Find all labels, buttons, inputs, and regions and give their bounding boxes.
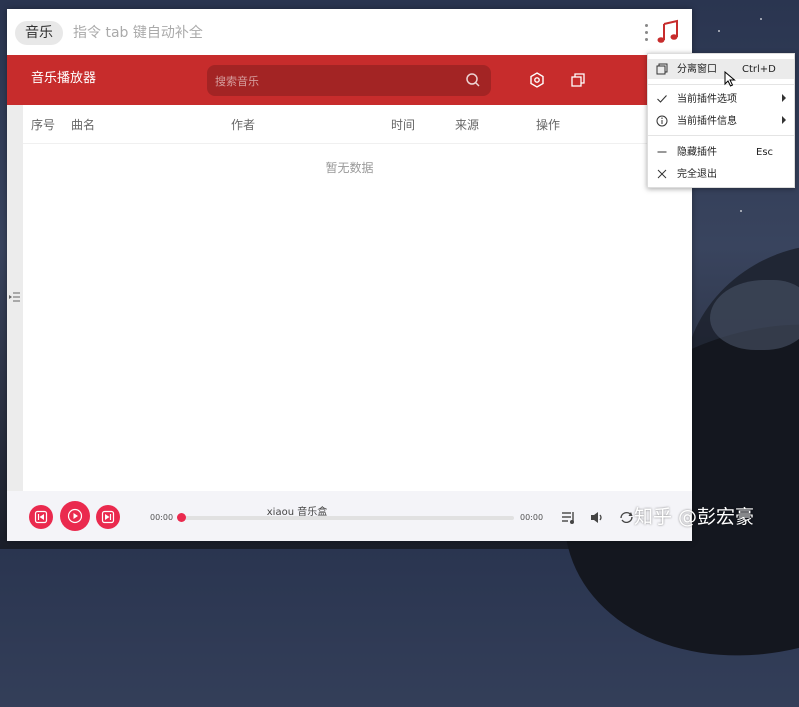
column-duration: 时间 [391,118,416,132]
submenu-arrow-icon [782,116,786,124]
launcher-bar: 音乐 指令 tab 键自动补全 [7,9,692,55]
more-menu-icon[interactable] [644,24,650,42]
star [740,210,742,212]
menu-item-quit[interactable]: 完全退出 [648,164,794,184]
star [718,30,720,32]
menu-item-plugin-options[interactable]: 当前插件选项 [648,89,794,109]
star [760,18,762,20]
menu-shortcut: Esc [756,147,774,158]
plugin-tag[interactable]: 音乐 [15,21,63,45]
info-icon [656,115,668,127]
menu-label: 分离窗口 [677,64,717,75]
menu-label: 当前插件信息 [677,116,737,127]
menu-label: 当前插件选项 [677,94,737,105]
menu-item-detach-window[interactable]: 分离窗口 Ctrl+D [648,59,794,79]
app-window: 音乐 指令 tab 键自动补全 音乐播放器 搜索音乐 序号 曲名 作者 时间 来… [7,9,692,541]
column-artist: 作者 [231,118,256,132]
player-header: 音乐播放器 [7,55,692,105]
loop-icon[interactable] [619,510,634,525]
minus-icon [657,151,667,153]
submenu-arrow-icon [782,94,786,102]
playlist-icon[interactable] [561,510,576,525]
menu-label: 隐藏插件 [677,147,717,158]
close-icon [657,169,667,179]
menu-item-hide-plugin[interactable]: 隐藏插件 Esc [648,142,794,162]
music-note-icon [657,19,678,43]
column-index: 序号 [31,118,56,132]
progress-bar[interactable] [183,516,514,520]
empty-state: 暂无数据 [325,161,374,175]
total-time: 00:00 [520,513,544,522]
settings-icon[interactable] [529,72,545,88]
check-icon [657,95,667,103]
copy-icon[interactable] [570,72,586,88]
menu-label: 完全退出 [677,169,717,180]
progress-handle[interactable] [177,513,186,522]
column-song: 曲名 [71,118,96,132]
watermark: 知乎 @彭宏豪 [634,506,755,528]
menu-separator [648,84,794,85]
current-time: 00:00 [150,513,174,522]
music-search-box[interactable] [207,65,491,96]
menu-item-plugin-info[interactable]: 当前插件信息 [648,111,794,131]
menu-shortcut: Ctrl+D [742,64,776,75]
player-controls: xiaou 音乐盒 00:00 00:00 [7,491,692,541]
column-actions: 操作 [536,118,561,132]
search-icon[interactable] [465,72,481,88]
volume-icon[interactable] [590,510,605,525]
player-title: 音乐播放器 [31,71,97,86]
table-header: 序号 曲名 作者 时间 来源 操作 [23,105,692,144]
command-input[interactable]: 指令 tab 键自动补全 [73,23,203,43]
menu-separator [648,135,794,136]
column-source: 来源 [455,118,480,132]
music-search-input[interactable] [213,71,457,92]
window-icon [656,63,668,75]
mouse-cursor-icon [724,71,736,87]
expand-sidebar-icon[interactable] [9,292,21,302]
context-menu: 分离窗口 Ctrl+D 当前插件选项 当前插件信息 隐藏插件 Esc 完全退出 [647,53,795,188]
